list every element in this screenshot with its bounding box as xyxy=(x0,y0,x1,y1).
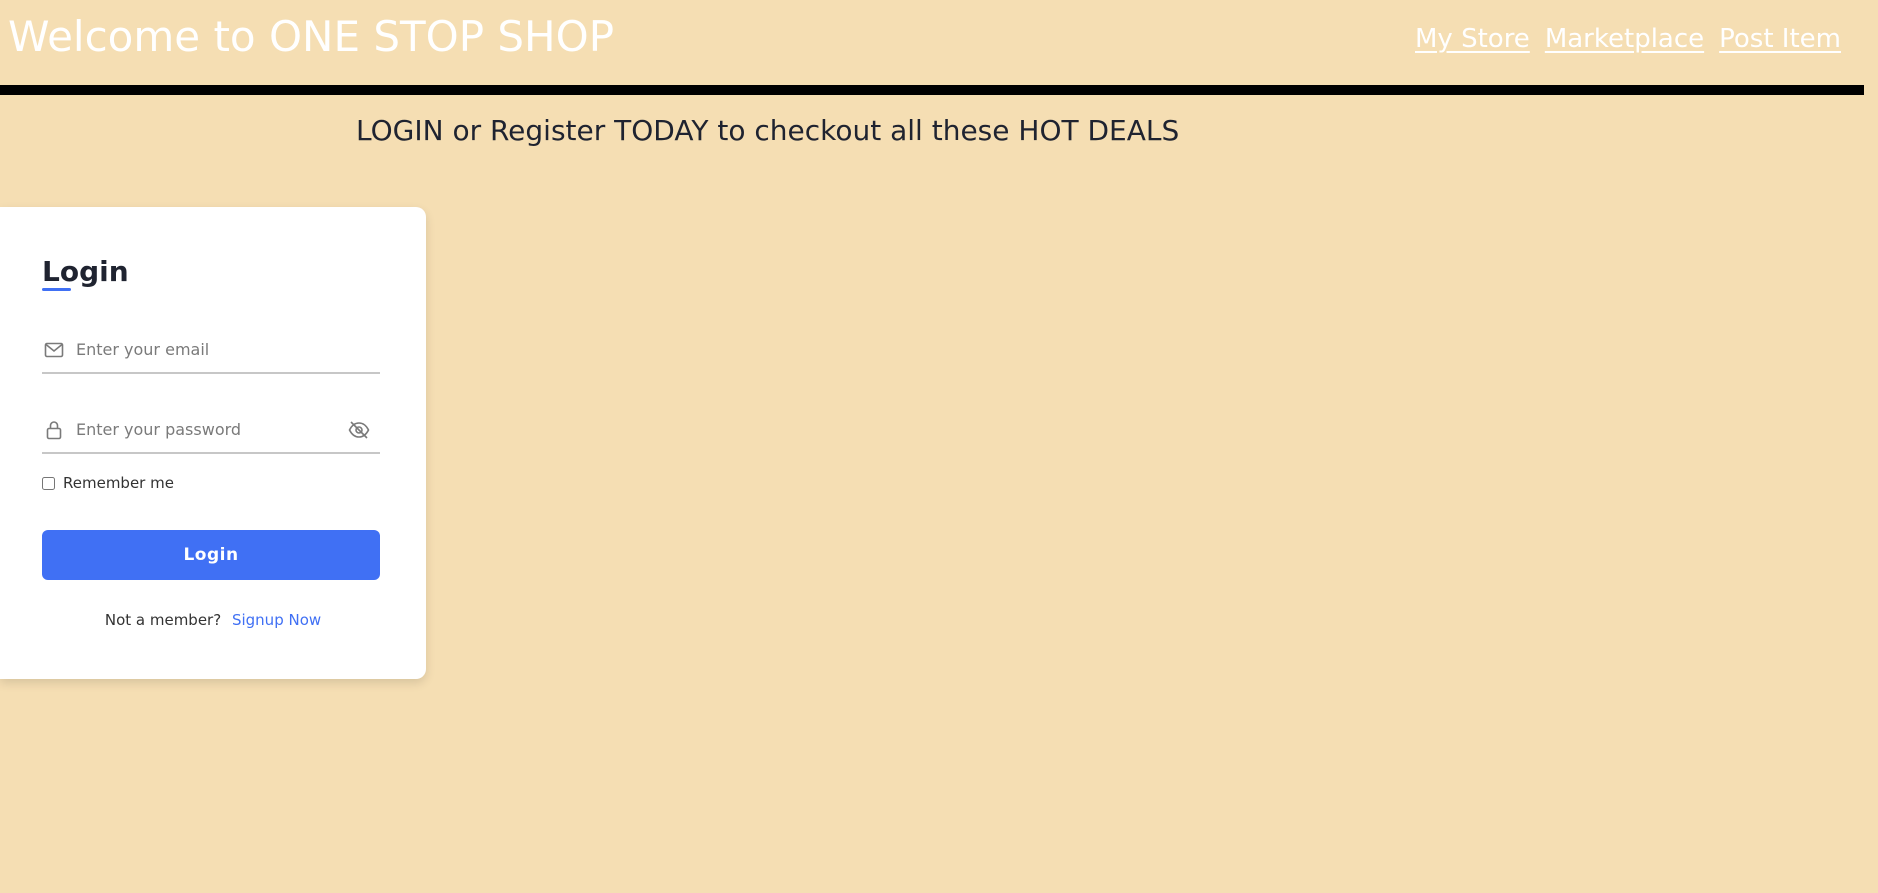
remember-me-checkbox[interactable] xyxy=(42,476,55,490)
signup-row: Not a member? Signup Now xyxy=(0,611,426,629)
nav-link-post-item[interactable]: Post Item xyxy=(1719,24,1841,54)
nav-link-marketplace[interactable]: Marketplace xyxy=(1545,24,1704,54)
lock-icon xyxy=(44,420,64,440)
envelope-icon xyxy=(44,340,64,360)
site-title: Welcome to ONE STOP SHOP xyxy=(8,12,615,61)
promo-heading: LOGIN or Register TODAY to checkout all … xyxy=(356,114,1180,147)
login-button[interactable]: Login xyxy=(42,530,380,580)
remember-me-label[interactable]: Remember me xyxy=(63,474,174,492)
signup-link[interactable]: Signup Now xyxy=(232,611,321,629)
nav-link-my-store[interactable]: My Store xyxy=(1415,24,1530,54)
login-title-underline xyxy=(42,288,71,291)
main-nav: My Store Marketplace Post Item xyxy=(1415,24,1841,54)
signup-prompt: Not a member? xyxy=(104,611,222,629)
login-title: Login xyxy=(42,255,129,288)
header-divider xyxy=(0,85,1864,95)
email-input[interactable] xyxy=(76,334,336,364)
site-header: Welcome to ONE STOP SHOP My Store Market… xyxy=(0,0,1878,86)
password-input[interactable] xyxy=(76,414,336,444)
password-field xyxy=(42,406,380,454)
remember-me-row: Remember me xyxy=(42,474,174,492)
email-field xyxy=(42,326,380,374)
eye-slash-icon[interactable] xyxy=(348,420,370,440)
